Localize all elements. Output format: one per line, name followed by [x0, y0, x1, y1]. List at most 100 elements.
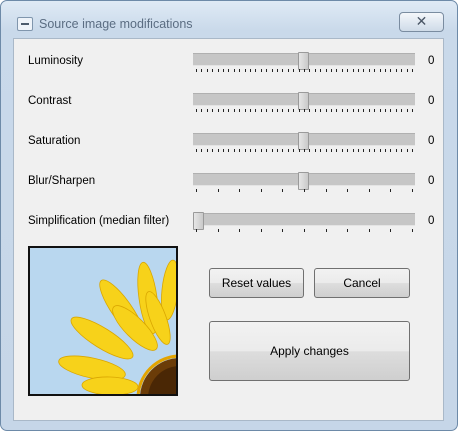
- title-bar[interactable]: Source image modifications ✕: [1, 1, 457, 33]
- slider-thumb[interactable]: [193, 212, 204, 230]
- tick-mark: [390, 149, 391, 152]
- tick-mark: [315, 69, 316, 72]
- tick-mark: [396, 109, 397, 112]
- tick-mark: [282, 109, 283, 112]
- slider-ticks: [196, 109, 414, 113]
- tick-mark: [401, 149, 402, 152]
- slider-thumb[interactable]: [298, 132, 309, 150]
- slider-thumb[interactable]: [298, 92, 309, 110]
- window-menu-icon[interactable]: [17, 17, 33, 31]
- tick-mark: [234, 69, 235, 72]
- tick-mark: [223, 109, 224, 112]
- tick-mark: [412, 229, 413, 232]
- tick-mark: [320, 109, 321, 112]
- tick-mark: [396, 69, 397, 72]
- tick-mark: [293, 109, 294, 112]
- tick-mark: [255, 109, 256, 112]
- tick-mark: [250, 149, 251, 152]
- tick-mark: [261, 149, 262, 152]
- tick-mark: [304, 69, 305, 72]
- tick-mark: [228, 109, 229, 112]
- tick-mark: [326, 189, 327, 192]
- tick-mark: [336, 149, 337, 152]
- tick-mark: [223, 149, 224, 152]
- tick-mark: [277, 149, 278, 152]
- tick-mark: [299, 149, 300, 152]
- slider-thumb[interactable]: [298, 52, 309, 70]
- tick-mark: [245, 69, 246, 72]
- tick-mark: [315, 109, 316, 112]
- tick-mark: [218, 109, 219, 112]
- slider-label: Saturation: [28, 135, 81, 147]
- tick-mark: [331, 69, 332, 72]
- tick-mark: [207, 109, 208, 112]
- slider-value: 0: [428, 135, 435, 147]
- slider-value: 0: [428, 215, 435, 227]
- tick-mark: [353, 69, 354, 72]
- slider-thumb[interactable]: [298, 172, 309, 190]
- tick-mark: [218, 189, 219, 192]
- tick-mark: [288, 69, 289, 72]
- tick-mark: [201, 149, 202, 152]
- tick-mark: [331, 109, 332, 112]
- tick-mark: [272, 149, 273, 152]
- tick-mark: [369, 109, 370, 112]
- tick-mark: [342, 149, 343, 152]
- tick-mark: [250, 109, 251, 112]
- tick-mark: [304, 189, 305, 192]
- slider-ticks: [196, 189, 414, 193]
- tick-mark: [239, 149, 240, 152]
- tick-mark: [266, 149, 267, 152]
- slider-ticks: [196, 69, 414, 73]
- slider-label: Contrast: [28, 95, 72, 107]
- tick-mark: [342, 69, 343, 72]
- tick-mark: [234, 109, 235, 112]
- tick-mark: [282, 229, 283, 232]
- tick-mark: [407, 149, 408, 152]
- tick-mark: [228, 69, 229, 72]
- tick-mark: [353, 149, 354, 152]
- tick-mark: [390, 189, 391, 192]
- slider-track[interactable]: [193, 92, 415, 110]
- tick-mark: [401, 109, 402, 112]
- slider-track[interactable]: [193, 132, 415, 150]
- slider-track[interactable]: [193, 52, 415, 70]
- tick-mark: [212, 109, 213, 112]
- slider-value: 0: [428, 175, 435, 187]
- slider-track[interactable]: [193, 212, 415, 230]
- tick-mark: [234, 149, 235, 152]
- tick-mark: [336, 109, 337, 112]
- cancel-button[interactable]: Cancel: [314, 268, 410, 298]
- tick-mark: [347, 189, 348, 192]
- tick-mark: [288, 109, 289, 112]
- close-button[interactable]: ✕: [399, 12, 444, 32]
- tick-mark: [320, 149, 321, 152]
- tick-mark: [380, 69, 381, 72]
- tick-mark: [385, 69, 386, 72]
- tick-mark: [245, 149, 246, 152]
- tick-mark: [412, 109, 413, 112]
- tick-mark: [374, 149, 375, 152]
- tick-mark: [218, 229, 219, 232]
- tick-mark: [380, 149, 381, 152]
- tick-mark: [272, 69, 273, 72]
- tick-mark: [407, 69, 408, 72]
- tick-mark: [412, 69, 413, 72]
- source-image-preview: [28, 246, 178, 396]
- tick-mark: [201, 109, 202, 112]
- tick-mark: [385, 149, 386, 152]
- slider-value: 0: [428, 95, 435, 107]
- tick-mark: [207, 149, 208, 152]
- slider-ticks: [196, 149, 414, 153]
- slider-value: 0: [428, 55, 435, 67]
- tick-mark: [207, 69, 208, 72]
- reset-values-button[interactable]: Reset values: [209, 268, 304, 298]
- tick-mark: [228, 149, 229, 152]
- tick-mark: [347, 69, 348, 72]
- apply-changes-button[interactable]: Apply changes: [209, 321, 410, 381]
- tick-mark: [212, 149, 213, 152]
- slider-track[interactable]: [193, 172, 415, 190]
- tick-mark: [385, 109, 386, 112]
- tick-mark: [282, 69, 283, 72]
- tick-mark: [369, 229, 370, 232]
